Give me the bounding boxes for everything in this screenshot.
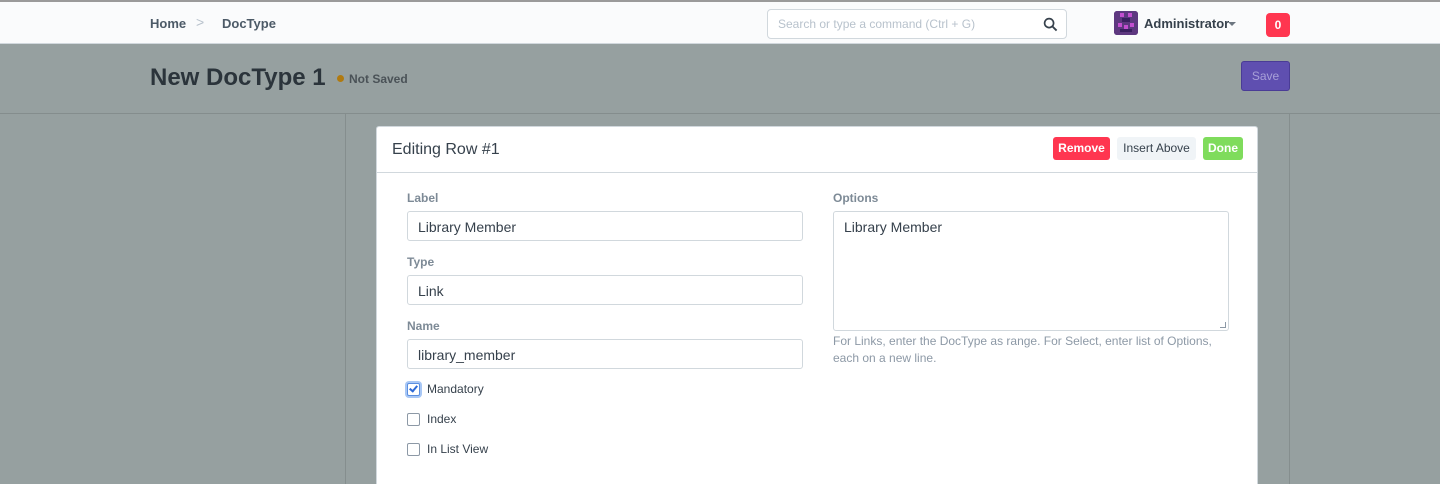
insert-above-button[interactable]: Insert Above <box>1117 137 1196 160</box>
type-select[interactable]: Link <box>407 275 803 305</box>
checkmark-icon <box>409 383 418 393</box>
options-field-label: Options <box>833 191 879 205</box>
options-help-text: For Links, enter the DocType as range. F… <box>833 334 1212 365</box>
mandatory-label[interactable]: Mandatory <box>427 381 484 397</box>
editor-header: Editing Row #1 Remove Insert Above Done <box>377 127 1257 173</box>
resize-grip-icon[interactable] <box>1220 322 1226 328</box>
layout-divider-left <box>345 114 346 484</box>
search-box[interactable] <box>767 9 1067 39</box>
avatar[interactable] <box>1114 11 1138 35</box>
status-indicator: Not Saved <box>337 72 408 86</box>
options-value: Library Member <box>844 219 943 235</box>
options-textarea[interactable]: Library Member <box>833 211 1229 331</box>
user-name[interactable]: Administrator <box>1144 16 1229 31</box>
editor-title: Editing Row #1 <box>392 141 500 158</box>
in-list-view-label[interactable]: In List View <box>427 441 488 457</box>
index-checkbox[interactable] <box>407 413 420 426</box>
name-input[interactable]: library_member <box>407 339 803 369</box>
page-title: New DocType 1 <box>150 64 326 91</box>
navbar: Home > DocType Administrator 0 <box>0 0 1440 44</box>
status-dot-icon <box>337 75 344 82</box>
grid-row-editor: Editing Row #1 Remove Insert Above Done … <box>376 126 1258 484</box>
status-text: Not Saved <box>349 72 408 86</box>
label-input[interactable]: Library Member <box>407 211 803 241</box>
in-list-view-checkbox[interactable] <box>407 443 420 456</box>
breadcrumb-home[interactable]: Home <box>150 16 186 31</box>
breadcrumb-separator-icon: > <box>196 14 205 30</box>
search-input[interactable] <box>768 10 1038 38</box>
breadcrumb-doctype[interactable]: DocType <box>222 16 276 31</box>
page-head: New DocType 1 Not Saved Save <box>0 44 1440 114</box>
mandatory-checkbox[interactable] <box>407 383 420 396</box>
avatar-pattern-icon <box>1114 11 1138 35</box>
notification-badge[interactable]: 0 <box>1266 13 1290 37</box>
label-field-label: Label <box>407 191 439 205</box>
caret-down-icon[interactable] <box>1228 22 1236 26</box>
save-button[interactable]: Save <box>1241 61 1290 91</box>
done-button[interactable]: Done <box>1203 137 1243 160</box>
remove-button[interactable]: Remove <box>1053 137 1110 160</box>
search-icon[interactable] <box>1043 17 1058 32</box>
type-field-label: Type <box>407 255 435 269</box>
layout-divider-right <box>1289 114 1290 484</box>
name-field-label: Name <box>407 319 440 333</box>
index-label[interactable]: Index <box>427 411 456 427</box>
